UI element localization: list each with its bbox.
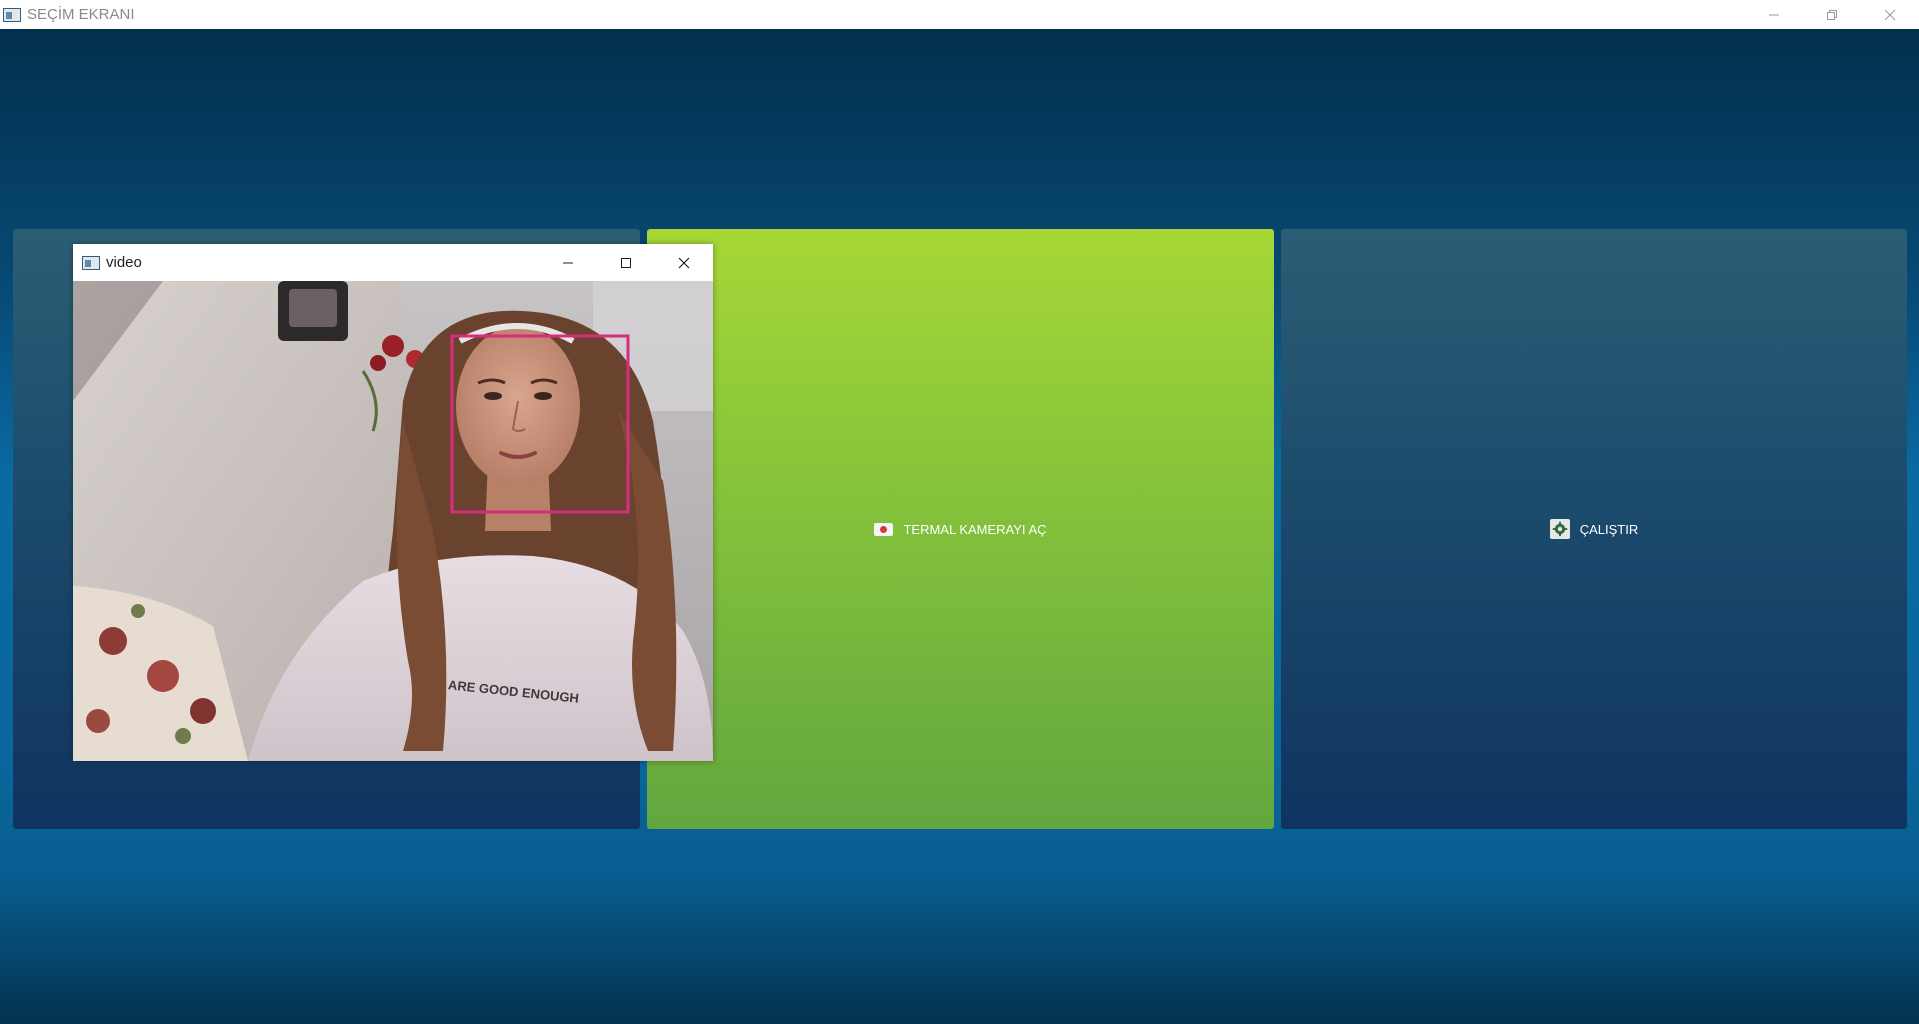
window-controls (1745, 0, 1919, 29)
video-window[interactable]: video ARE GOOD ENOUGH (73, 244, 713, 761)
app-window-icon (3, 7, 21, 22)
video-window-icon (82, 255, 100, 270)
video-maximize-button[interactable] (597, 244, 655, 281)
run-button[interactable]: ÇALIŞTIR (1281, 229, 1907, 829)
close-icon (678, 257, 690, 268)
webcam-scene: ARE GOOD ENOUGH (73, 281, 713, 761)
close-button[interactable] (1861, 0, 1919, 29)
thermal-camera-label: TERMAL KAMERAYI AÇ (903, 521, 1047, 537)
thermal-camera-button-content: TERMAL KAMERAYI AÇ (874, 521, 1047, 537)
video-title-bar[interactable]: video (73, 244, 713, 281)
video-minimize-button[interactable] (539, 244, 597, 281)
thermal-camera-button[interactable]: TERMAL KAMERAYI AÇ (647, 229, 1274, 829)
minimize-icon (563, 262, 573, 263)
run-label: ÇALIŞTIR (1579, 521, 1639, 537)
run-button-content: ÇALIŞTIR (1549, 519, 1639, 539)
restore-button[interactable] (1803, 0, 1861, 29)
gear-icon (1549, 519, 1570, 539)
minimize-button[interactable] (1745, 0, 1803, 29)
video-window-controls (539, 244, 713, 281)
minimize-icon (1769, 14, 1779, 15)
webcam-feed: ARE GOOD ENOUGH (73, 281, 713, 761)
close-icon (1884, 9, 1896, 20)
maximize-icon (621, 257, 631, 268)
main-title-bar: SEÇİM EKRANI (0, 0, 1919, 29)
window-title: SEÇİM EKRANI (27, 6, 135, 23)
camera-icon (874, 522, 894, 536)
video-window-title: video (106, 254, 142, 271)
restore-icon (1827, 9, 1837, 20)
video-close-button[interactable] (655, 244, 713, 281)
